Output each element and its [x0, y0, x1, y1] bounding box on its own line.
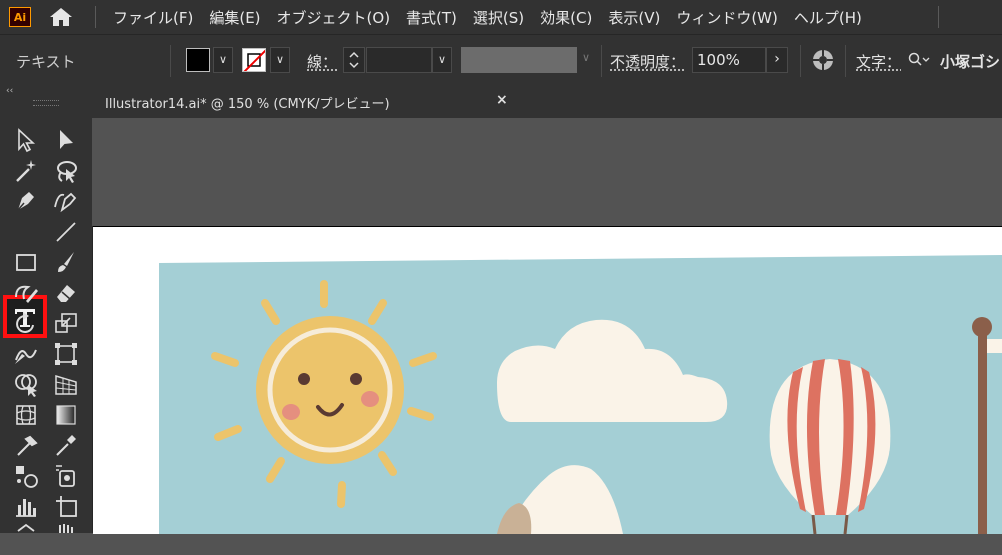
control-separator — [170, 45, 171, 77]
fill-color-swatch[interactable] — [186, 48, 210, 72]
paintbrush-tool-icon[interactable] — [52, 248, 80, 276]
no-stroke-icon — [243, 49, 265, 71]
toolbox-grip[interactable] — [33, 100, 59, 106]
control-separator — [845, 45, 846, 77]
menu-help[interactable]: ヘルプ(H) — [794, 7, 862, 28]
stroke-color-swatch[interactable] — [242, 48, 266, 72]
stroke-weight-input[interactable] — [366, 47, 432, 73]
sun — [256, 316, 404, 464]
stroke-weight-dropdown[interactable]: ∨ — [432, 47, 452, 73]
gradient-tool-icon[interactable] — [52, 401, 80, 429]
eraser-tool-icon[interactable] — [52, 279, 80, 307]
recolor-artwork-icon[interactable] — [811, 48, 835, 72]
context-label: テキスト — [16, 53, 76, 71]
warp-tool-icon[interactable] — [12, 340, 40, 368]
home-icon[interactable] — [47, 6, 75, 28]
font-family-value[interactable]: 小塚ゴシ — [940, 51, 1000, 72]
menu-file[interactable]: ファイル(F) — [113, 7, 193, 28]
artboard-tool-icon[interactable] — [52, 492, 80, 520]
sun-right-cheek — [361, 391, 379, 407]
fill-dropdown[interactable]: ∨ — [213, 47, 233, 73]
rectangle-tool-icon[interactable] — [12, 248, 40, 276]
menu-view[interactable]: 表示(V) — [608, 7, 660, 28]
direct-selection-tool-icon[interactable] — [52, 126, 80, 154]
character-label[interactable]: 文字： — [856, 51, 901, 72]
font-search-icon[interactable] — [908, 52, 930, 68]
document-tab-bar: Illustrator14.ai* @ 150 % (CMYK/プレビュー) × — [92, 86, 1002, 118]
stroke-weight-stepper[interactable] — [343, 47, 365, 73]
variable-width-profile[interactable] — [461, 47, 577, 73]
menu-effect[interactable]: 効果(C) — [540, 7, 592, 28]
magic-wand-tool-icon[interactable] — [12, 157, 40, 185]
menu-separator — [938, 6, 939, 28]
document-tab[interactable]: Illustrator14.ai* @ 150 % (CMYK/プレビュー) — [92, 86, 422, 118]
rotate-tool-icon[interactable] — [12, 309, 40, 337]
scale-tool-icon[interactable] — [52, 309, 80, 337]
control-separator — [800, 45, 801, 77]
line-segment-tool-icon[interactable] — [52, 218, 80, 246]
artboard[interactable] — [93, 226, 1002, 534]
shape-builder-tool-icon[interactable] — [12, 370, 40, 398]
profile-dropdown-icon[interactable]: ∨ — [582, 51, 590, 64]
free-transform-tool-icon[interactable] — [52, 340, 80, 368]
opacity-input[interactable]: 100% — [692, 47, 766, 73]
blend-tool-icon[interactable] — [12, 431, 40, 459]
lasso-tool-icon[interactable] — [52, 157, 80, 185]
illustration — [159, 255, 1002, 534]
sun-left-cheek — [282, 404, 300, 420]
close-icon[interactable]: × — [496, 92, 508, 108]
menu-separator — [95, 6, 96, 28]
symbol-sprayer-tool-icon[interactable] — [12, 462, 40, 490]
opacity-label[interactable]: 不透明度： — [610, 51, 685, 72]
eyedropper-tool-icon[interactable] — [52, 431, 80, 459]
control-separator — [601, 45, 602, 77]
pen-tool-icon[interactable] — [12, 187, 40, 215]
menu-bar: Ai ファイル(F) 編集(E) オブジェクト(O) 書式(T) 選択(S) 効… — [0, 0, 1002, 34]
collapse-toolbox-icon[interactable]: ‹‹ — [6, 86, 13, 96]
stroke-dropdown[interactable]: ∨ — [270, 47, 290, 73]
live-paint-bucket-tool-icon[interactable] — [52, 462, 80, 490]
toolbox: ‹‹ — [0, 86, 93, 533]
menu-window[interactable]: ウィンドウ(W) — [676, 7, 778, 28]
mesh-tool-icon[interactable] — [12, 401, 40, 429]
stroke-label[interactable]: 線： — [307, 51, 337, 72]
pasteboard[interactable] — [92, 118, 1002, 226]
selection-tool-icon[interactable] — [12, 126, 40, 154]
control-bar: テキスト ∨ ∨ 線： ∨ ∨ 不透明度： 100% › 文字： 小塚ゴシ — [0, 34, 1002, 87]
menu-object[interactable]: オブジェクト(O) — [277, 7, 391, 28]
slice-tool-icon[interactable] — [12, 523, 40, 551]
illustrator-logo: Ai — [9, 7, 31, 27]
hand-tool-icon[interactable] — [52, 523, 80, 551]
sun-right-eye — [350, 373, 362, 385]
column-graph-tool-icon[interactable] — [12, 492, 40, 520]
curvature-tool-icon[interactable] — [52, 187, 80, 215]
document-tab-title[interactable]: Illustrator14.ai* @ 150 % (CMYK/プレビュー) — [105, 93, 390, 112]
menu-edit[interactable]: 編集(E) — [209, 7, 260, 28]
sun-left-eye — [298, 373, 310, 385]
stepper-icon — [349, 51, 359, 69]
menu-select[interactable]: 選択(S) — [473, 7, 524, 28]
menu-type[interactable]: 書式(T) — [406, 7, 457, 28]
menu-items: ファイル(F) 編集(E) オブジェクト(O) 書式(T) 選択(S) 効果(C… — [113, 0, 878, 34]
perspective-grid-tool-icon[interactable] — [52, 370, 80, 398]
chevron-right-icon[interactable]: › — [766, 47, 788, 73]
shaper-tool-icon[interactable] — [12, 279, 40, 307]
